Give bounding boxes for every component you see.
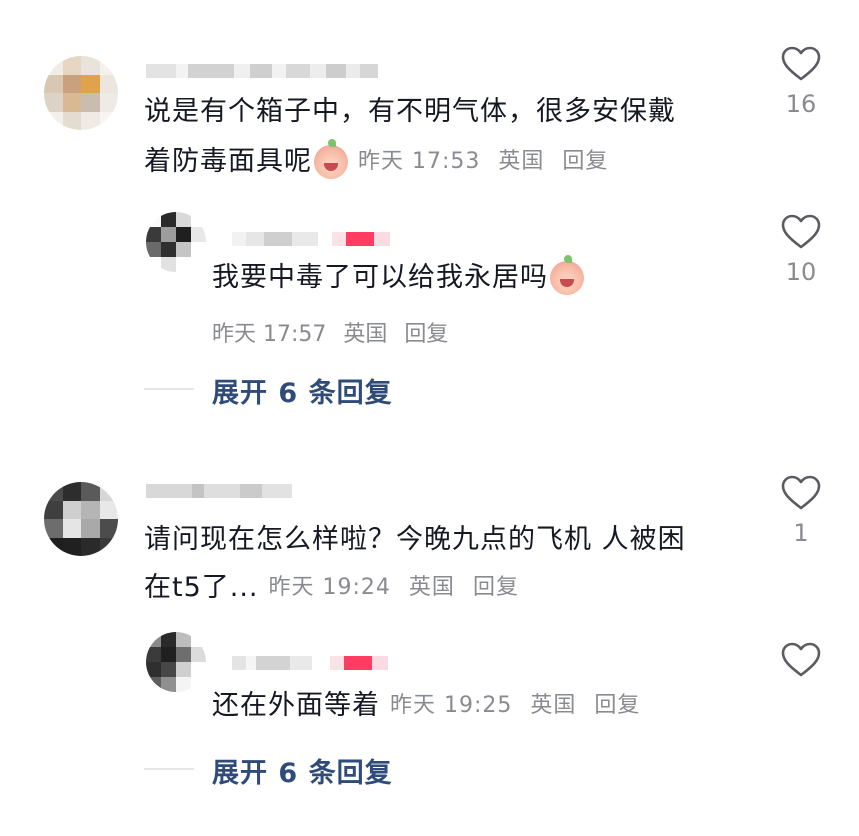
heart-outline-icon <box>781 642 821 677</box>
reply-avatar[interactable] <box>146 632 206 692</box>
reply-username-blurred[interactable] <box>232 228 390 250</box>
crying-peach-emoji-icon <box>550 255 584 295</box>
timestamp: 昨天 17:57 <box>212 322 327 347</box>
reply-button[interactable]: 回复 <box>473 575 519 600</box>
timestamp: 昨天 17:53 <box>358 149 481 174</box>
reply-text: 我要中毒了可以给我永居吗 <box>212 255 584 300</box>
reply-like-button[interactable]: 10 <box>776 214 826 286</box>
like-count: 10 <box>785 258 817 286</box>
timestamp: 昨天 19:25 <box>390 693 513 718</box>
like-button[interactable]: 1 <box>776 475 826 547</box>
location: 英国 <box>530 693 577 718</box>
timestamp: 昨天 19:24 <box>268 575 391 600</box>
heart-outline-icon <box>781 214 821 249</box>
comment-meta: 昨天 19:24 英国 回复 <box>269 566 529 610</box>
username-blurred[interactable] <box>146 480 292 502</box>
location: 英国 <box>408 575 455 600</box>
reply-meta: 昨天 19:25 英国 回复 <box>390 684 650 728</box>
expand-divider <box>144 768 194 770</box>
smiling-peach-emoji-icon <box>314 139 348 179</box>
expand-replies-button[interactable]: 展开 6 条回复 <box>212 371 393 410</box>
comment-text-line2: 着防毒面具呢 昨天 17:53 英国 回复 <box>144 139 618 184</box>
reply-text: 还在外面等着 昨天 19:25 英国 回复 <box>212 684 650 728</box>
location: 英国 <box>343 322 388 347</box>
heart-outline-icon <box>781 46 821 81</box>
avatar[interactable] <box>44 482 118 556</box>
reply-button[interactable]: 回复 <box>594 693 640 718</box>
heart-outline-icon <box>781 475 821 510</box>
like-count: 16 <box>785 90 817 118</box>
avatar[interactable] <box>44 56 118 130</box>
comment-text-line2: 在t5了... 昨天 19:24 英国 回复 <box>144 566 529 610</box>
reply-button[interactable]: 回复 <box>562 149 608 174</box>
reply-like-button[interactable] <box>776 642 826 686</box>
location: 英国 <box>498 149 545 174</box>
reply-meta: 昨天 17:57 英国 回复 <box>212 316 458 348</box>
reply-username-blurred[interactable] <box>232 652 388 674</box>
comment-meta: 昨天 17:53 英国 回复 <box>358 140 618 184</box>
comment-text: 请问现在怎么样啦？今晚九点的飞机 人被困 <box>144 524 686 555</box>
reply-avatar[interactable] <box>146 212 206 272</box>
like-button[interactable]: 16 <box>776 46 826 118</box>
expand-replies-button[interactable]: 展开 6 条回复 <box>212 751 393 790</box>
reply-button[interactable]: 回复 <box>404 322 448 347</box>
expand-divider <box>144 388 194 390</box>
like-count: 1 <box>793 519 809 547</box>
username-blurred[interactable] <box>146 60 378 82</box>
comment-text: 说是有个箱子中，有不明气体，很多安保戴 <box>144 96 676 127</box>
